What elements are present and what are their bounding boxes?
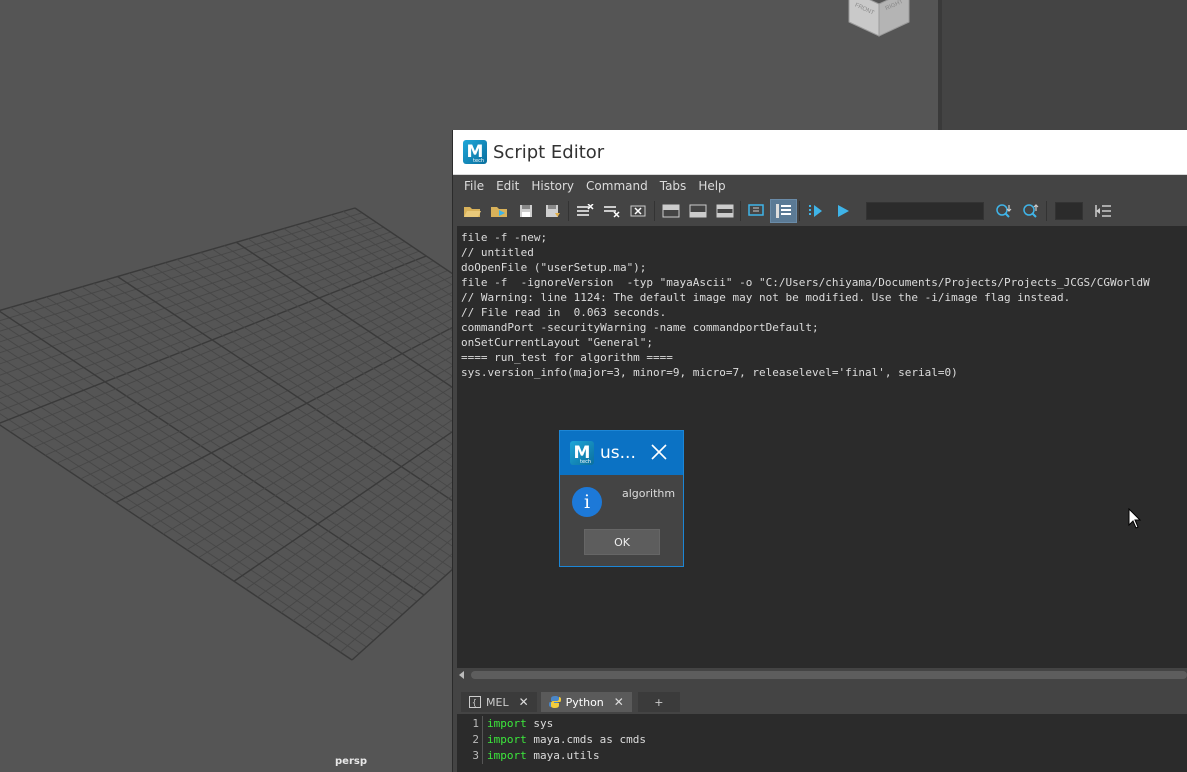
add-tab-button[interactable]: + — [637, 692, 680, 712]
camera-label: persp — [335, 756, 367, 767]
grid-line — [0, 401, 367, 648]
show-both-icon[interactable] — [711, 199, 738, 223]
save-script-icon[interactable] — [512, 199, 539, 223]
script-editor-titlebar[interactable]: Mtech Script Editor — [453, 130, 1187, 175]
viewcube-icon[interactable]: FRONT RIGHT — [845, 0, 913, 38]
show-input-icon[interactable] — [684, 199, 711, 223]
tab-mel-label: MEL — [486, 695, 509, 709]
source-script-icon[interactable] — [485, 199, 512, 223]
maya-logo-icon: Mtech — [463, 140, 487, 164]
mel-tab-icon: { — [469, 696, 481, 708]
grid-line — [0, 231, 391, 365]
code-text: import sys — [483, 716, 553, 732]
line-number: 2 — [457, 732, 483, 748]
search-up-icon[interactable] — [1017, 199, 1044, 223]
line-number: 1 — [457, 716, 483, 732]
toolbar-separator — [740, 201, 741, 221]
attribute-panel — [938, 0, 1187, 130]
maya-logo-sub: tech — [473, 158, 484, 164]
menu-help[interactable]: Help — [692, 179, 731, 193]
goto-line-field[interactable] — [1055, 202, 1083, 220]
save-script-to-shelf-icon[interactable] — [539, 199, 566, 223]
history-line: ==== run_test for algorithm ==== — [461, 351, 673, 364]
tab-mel[interactable]: { MEL ✕ — [461, 692, 537, 712]
dialog-title: us... — [600, 443, 636, 463]
script-editor-toolbar — [453, 197, 1187, 225]
history-line: // File read in 0.063 seconds. — [461, 306, 667, 319]
code-line: 2 import maya.cmds as cmds — [457, 732, 1187, 748]
clear-all-icon[interactable] — [625, 199, 652, 223]
code-keyword: import — [487, 733, 527, 746]
code-rest: sys — [526, 717, 554, 730]
tab-python[interactable]: Python ✕ — [540, 692, 632, 712]
code-keyword: import — [487, 749, 527, 762]
echo-all-commands-icon[interactable] — [743, 199, 770, 223]
script-editor-menubar: File Edit History Command Tabs Help — [453, 175, 1187, 197]
svg-text:{: { — [472, 698, 477, 707]
menu-tabs[interactable]: Tabs — [654, 179, 693, 193]
message-dialog: Mtech us... i algorithm OK — [559, 430, 684, 567]
code-keyword: import — [487, 717, 527, 730]
info-icon: i — [572, 487, 602, 517]
show-history-icon[interactable] — [657, 199, 684, 223]
clear-history-icon[interactable] — [571, 199, 598, 223]
close-icon[interactable]: ✕ — [614, 695, 624, 709]
search-field[interactable] — [866, 202, 984, 220]
history-line: // Warning: line 1124: The default image… — [461, 291, 1071, 304]
toolbar-separator — [568, 201, 569, 221]
goto-line-icon[interactable] — [1089, 199, 1116, 223]
menu-command[interactable]: Command — [580, 179, 654, 193]
history-line: onSetCurrentLayout "General"; — [461, 336, 654, 349]
close-icon[interactable]: ✕ — [519, 695, 529, 709]
ok-button[interactable]: OK — [584, 529, 660, 555]
scroll-left-arrow-icon[interactable] — [459, 671, 464, 679]
grid-line — [0, 217, 370, 332]
history-line: doOpenFile ("userSetup.ma"); — [461, 261, 647, 274]
menu-history[interactable]: History — [525, 179, 580, 193]
script-editor-title: Script Editor — [493, 141, 605, 163]
execute-selected-icon[interactable] — [802, 199, 829, 223]
code-rest: maya.cmds as cmds — [526, 733, 646, 746]
history-line: file -f -new; — [461, 231, 548, 244]
open-script-icon[interactable] — [458, 199, 485, 223]
search-down-icon[interactable] — [990, 199, 1017, 223]
python-icon — [548, 696, 561, 708]
grid-line — [0, 245, 413, 400]
toolbar-separator — [654, 201, 655, 221]
code-rest: maya.utils — [526, 749, 600, 762]
dialog-message: algorithm — [622, 487, 676, 500]
history-line: sys.version_info(major=3, minor=9, micro… — [461, 366, 958, 379]
menu-edit[interactable]: Edit — [490, 179, 525, 193]
script-tab-bar: { MEL ✕ Python ✕ + — [457, 690, 1187, 712]
toolbar-separator — [799, 201, 800, 221]
history-line: file -f -ignoreVersion -typ "mayaAscii" … — [461, 276, 1150, 289]
code-line: 3 import maya.utils — [457, 748, 1187, 764]
maya-logo-icon: Mtech — [570, 441, 594, 465]
python-input-pane[interactable]: 1 import sys 2 import maya.cmds as cmds … — [457, 714, 1187, 772]
grid-line — [0, 390, 374, 641]
line-number: 3 — [457, 748, 483, 764]
history-line: // untitled — [461, 246, 534, 259]
toolbar-separator — [1046, 201, 1047, 221]
mouse-cursor-icon — [1128, 508, 1142, 529]
grid-line — [0, 236, 398, 376]
close-icon[interactable] — [649, 442, 669, 462]
code-text: import maya.utils — [483, 748, 600, 764]
code-text: import maya.cmds as cmds — [483, 732, 646, 748]
line-numbers-icon[interactable] — [770, 199, 797, 223]
tab-python-label: Python — [565, 695, 604, 709]
code-line: 1 import sys — [457, 716, 1187, 732]
history-line: commandPort -securityWarning -name comma… — [461, 321, 819, 334]
history-horizontal-scrollbar[interactable] — [457, 668, 1187, 682]
execute-all-icon[interactable] — [829, 199, 856, 223]
clear-input-icon[interactable] — [598, 199, 625, 223]
maya-desktop: FRONT RIGHT persp Mtech Script Editor Fi… — [0, 0, 1187, 772]
scrollbar-thumb[interactable] — [471, 671, 1187, 679]
maya-logo-sub: tech — [580, 459, 591, 465]
menu-file[interactable]: File — [458, 179, 490, 193]
